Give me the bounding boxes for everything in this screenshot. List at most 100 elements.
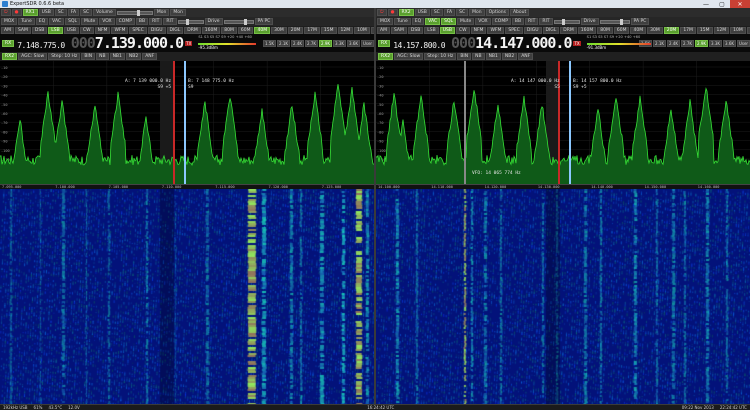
maximize-button[interactable]: ▢ bbox=[714, 0, 730, 8]
function-button[interactable]: VOX bbox=[99, 18, 115, 25]
filter-button[interactable]: 3.3K bbox=[333, 39, 346, 47]
toolbar-item[interactable]: USB bbox=[414, 9, 430, 16]
spectrum-control[interactable]: NB1 bbox=[485, 53, 501, 60]
mode-button[interactable]: 15M bbox=[696, 26, 713, 34]
mode-button[interactable]: 30M bbox=[271, 26, 287, 34]
filter-button[interactable]: User bbox=[737, 39, 750, 47]
function-button[interactable]: BB bbox=[511, 18, 525, 25]
close-button[interactable]: ✕ bbox=[730, 0, 750, 8]
mode-button[interactable]: 17M bbox=[304, 26, 320, 34]
toolbar-item[interactable]: Mon bbox=[469, 9, 485, 16]
filter-button[interactable]: User bbox=[361, 39, 374, 47]
mode-button[interactable]: NFM bbox=[94, 26, 111, 34]
spectrum-control[interactable]: AGC: Slow bbox=[394, 53, 424, 60]
drive-slider[interactable] bbox=[223, 18, 254, 25]
spectrum-control[interactable]: BIN bbox=[81, 53, 96, 60]
toolbar-item[interactable]: About bbox=[509, 9, 530, 16]
rit-slider[interactable] bbox=[553, 18, 580, 25]
mode-button[interactable]: DIGU bbox=[147, 26, 166, 34]
filter-button[interactable]: 2.4K bbox=[667, 39, 680, 47]
function-button[interactable]: Drive bbox=[580, 18, 599, 25]
function-button[interactable]: PA PC bbox=[254, 18, 274, 25]
mode-button[interactable]: 60M bbox=[237, 26, 254, 34]
toolbar-item[interactable]: RX2 bbox=[398, 9, 414, 16]
spectrum-control[interactable]: Step: 10 Hz bbox=[48, 53, 81, 60]
spectrum-control[interactable]: RX2 bbox=[2, 53, 18, 60]
mode-button[interactable]: 12M bbox=[713, 26, 730, 34]
mode-button[interactable]: DIGU bbox=[523, 26, 542, 34]
vfo-readout[interactable]: 7.148.775.0 000 7.139.000.0 bbox=[14, 34, 184, 52]
filter-button[interactable]: 2.1K bbox=[653, 39, 666, 47]
spectrum-control[interactable]: NB1 bbox=[109, 53, 125, 60]
mode-button[interactable]: USB bbox=[63, 26, 79, 34]
mode-button[interactable]: 40M bbox=[630, 26, 647, 34]
mode-button[interactable]: LSB bbox=[48, 26, 63, 34]
power-button[interactable]: ⏻ bbox=[1, 9, 11, 16]
function-button[interactable]: Tune bbox=[394, 18, 411, 25]
function-button[interactable]: SQL bbox=[441, 18, 457, 25]
vfo-b-marker[interactable] bbox=[569, 61, 571, 184]
mode-button[interactable]: 15M bbox=[320, 26, 337, 34]
filter-button[interactable]: 3.3K bbox=[709, 39, 722, 47]
function-button[interactable]: Mute bbox=[81, 18, 99, 25]
function-button[interactable]: PA PC bbox=[630, 18, 650, 25]
mode-button[interactable]: USB bbox=[439, 26, 455, 34]
toolbar-item[interactable]: SC bbox=[456, 9, 469, 16]
mode-button[interactable]: 80M bbox=[597, 26, 613, 34]
record-button[interactable]: ● bbox=[387, 9, 398, 16]
toolbar-item[interactable]: RX1 bbox=[22, 9, 38, 16]
spectrum-plot[interactable]: -10-20-30-40-50-60-70-80-90-100-110-120-… bbox=[376, 61, 750, 184]
mode-button[interactable]: 12M bbox=[337, 26, 354, 34]
toolbar-item[interactable]: SC bbox=[430, 9, 443, 16]
vfo-a-marker[interactable] bbox=[173, 61, 175, 184]
waterfall-display[interactable] bbox=[376, 189, 750, 404]
toolbar-item[interactable]: Mon bbox=[153, 9, 170, 16]
mode-button[interactable]: AM bbox=[377, 26, 390, 34]
spectrum-plot[interactable]: -10-20-30-40-50-60-70-80-90-100-110-120-… bbox=[0, 61, 374, 184]
mode-button[interactable]: WFM bbox=[111, 26, 129, 34]
spectrum-control[interactable]: NB2 bbox=[125, 53, 142, 60]
function-button[interactable]: COMP bbox=[491, 18, 511, 25]
function-button[interactable]: MOX bbox=[377, 18, 394, 25]
toolbar-item[interactable]: Options bbox=[485, 9, 509, 16]
mode-button[interactable]: 40M bbox=[254, 26, 271, 34]
waterfall-canvas[interactable] bbox=[376, 189, 750, 404]
volume-slider[interactable] bbox=[116, 9, 153, 16]
function-button[interactable]: EQ bbox=[411, 18, 425, 25]
spectrum-control[interactable]: ANF bbox=[518, 53, 534, 60]
mode-button[interactable]: AM bbox=[1, 26, 14, 34]
toolbar-item[interactable]: Volume bbox=[93, 9, 116, 16]
spectrum-control[interactable]: NB2 bbox=[501, 53, 518, 60]
function-button[interactable]: EQ bbox=[35, 18, 49, 25]
waterfall-display[interactable] bbox=[0, 189, 374, 404]
mode-button[interactable]: SPEC bbox=[505, 26, 523, 34]
minimize-button[interactable]: — bbox=[698, 0, 714, 8]
mode-button[interactable]: SAM bbox=[390, 26, 407, 34]
spectrum-display[interactable]: -10-20-30-40-50-60-70-80-90-100-110-120-… bbox=[376, 61, 750, 184]
filter-button[interactable]: 2.9K bbox=[695, 39, 708, 47]
mode-button[interactable]: 20M bbox=[663, 26, 680, 34]
record-button[interactable]: ● bbox=[11, 9, 22, 16]
mode-button[interactable]: 17M bbox=[680, 26, 696, 34]
mode-button[interactable]: DIGL bbox=[542, 26, 560, 34]
filter-button[interactable]: 1.5K bbox=[263, 39, 276, 47]
spectrum-display[interactable]: -10-20-30-40-50-60-70-80-90-100-110-120-… bbox=[0, 61, 374, 184]
function-button[interactable]: VAC bbox=[49, 18, 65, 25]
mode-button[interactable]: 160M bbox=[201, 26, 221, 34]
function-button[interactable]: RIT bbox=[539, 18, 553, 25]
spectrum-control[interactable]: RX2 bbox=[378, 53, 394, 60]
vfo-sub-marker[interactable] bbox=[464, 61, 466, 184]
filter-button[interactable]: 2.7K bbox=[305, 39, 318, 47]
power-button[interactable]: ⏻ bbox=[377, 9, 387, 16]
drive-slider[interactable] bbox=[599, 18, 630, 25]
mode-button[interactable]: WFM bbox=[487, 26, 505, 34]
function-button[interactable]: Tune bbox=[18, 18, 35, 25]
mode-button[interactable]: SPEC bbox=[129, 26, 147, 34]
toolbar-item[interactable]: SC bbox=[80, 9, 93, 16]
mode-button[interactable]: LSB bbox=[424, 26, 439, 34]
filter-button[interactable]: 2.9K bbox=[319, 39, 332, 47]
mode-button[interactable]: DRM bbox=[184, 26, 201, 34]
function-button[interactable]: RIT bbox=[163, 18, 177, 25]
mode-button[interactable]: 160M bbox=[577, 26, 597, 34]
mode-button[interactable]: DRM bbox=[560, 26, 577, 34]
